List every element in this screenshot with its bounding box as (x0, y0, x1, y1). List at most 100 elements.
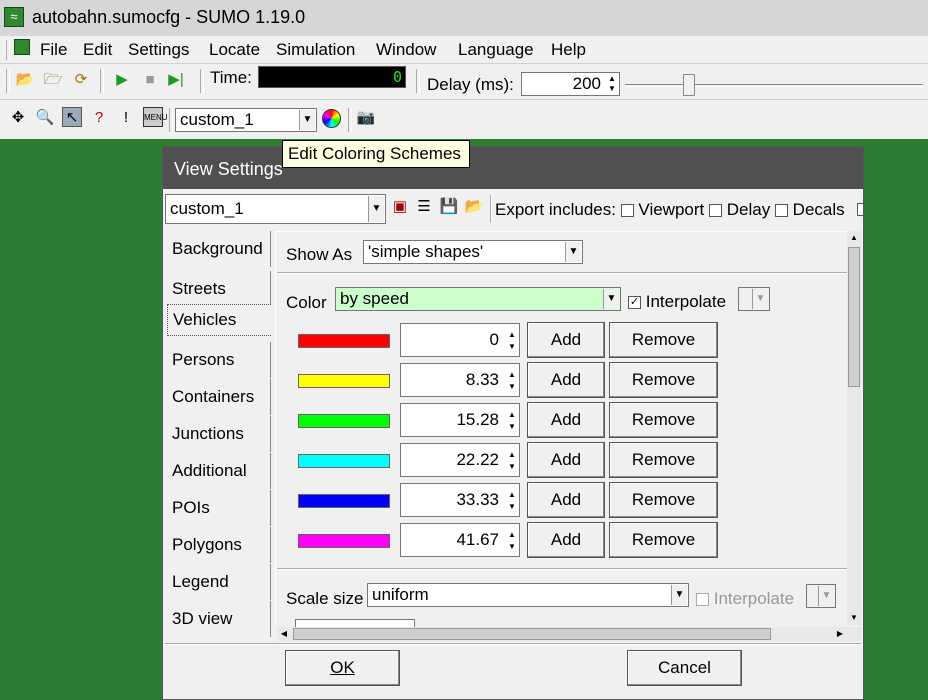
spin-up-icon[interactable]: ▲ (506, 370, 518, 380)
tab-containers[interactable]: Containers (167, 379, 271, 415)
open-simulation-icon[interactable]: 📂 (15, 70, 35, 90)
show-as-combo[interactable]: 'simple shapes' ▼ (363, 240, 583, 264)
tab-pois[interactable]: POIs (167, 490, 271, 526)
add-button[interactable]: Add (527, 442, 605, 478)
scroll-left-icon[interactable]: ◀ (277, 627, 291, 641)
color-swatch[interactable] (298, 374, 390, 388)
delay-spinner[interactable]: 200 ▲ ▼ (521, 72, 620, 96)
tab-vehicles[interactable]: Vehicles (167, 304, 271, 336)
screenshot-icon[interactable]: 📷 (356, 108, 376, 128)
tab-streets[interactable]: Streets (167, 271, 271, 307)
spin-up-icon[interactable]: ▲ (506, 410, 518, 420)
reload-icon[interactable]: ⟳ (71, 70, 91, 90)
delay-slider-thumb[interactable] (683, 74, 695, 96)
threshold-input[interactable]: 0 ▲ ▼ (400, 323, 520, 357)
viewport-checkbox[interactable] (620, 204, 634, 218)
remove-button[interactable]: Remove (609, 362, 718, 398)
delete-scheme-icon[interactable]: ☰ (414, 197, 434, 217)
tab-legend[interactable]: Legend (167, 564, 271, 600)
spin-down-icon[interactable]: ▼ (506, 342, 518, 352)
menu-simulation[interactable]: Simulation (276, 40, 355, 60)
threshold-input[interactable]: 33.33 ▲ ▼ (400, 483, 520, 517)
menu-language[interactable]: Language (458, 40, 534, 60)
spin-down-icon[interactable]: ▼ (506, 382, 518, 392)
spin-down-icon[interactable]: ▼ (506, 542, 518, 552)
tab-junctions[interactable]: Junctions (167, 416, 271, 452)
tab-polygons[interactable]: Polygons (167, 527, 271, 563)
save-scheme-icon[interactable]: ▣ (390, 197, 410, 217)
color-wheel-icon[interactable] (322, 109, 341, 128)
remove-button[interactable]: Remove (609, 322, 718, 358)
select-mode-icon[interactable]: ↖ (62, 107, 82, 127)
spin-up-icon[interactable]: ▲ (606, 74, 618, 84)
remove-button[interactable]: Remove (609, 522, 718, 558)
spin-down-icon[interactable]: ▼ (606, 84, 618, 94)
remove-button[interactable]: Remove (609, 442, 718, 478)
add-button[interactable]: Add (527, 522, 605, 558)
add-button[interactable]: Add (527, 402, 605, 438)
dialog-scheme-combo[interactable]: custom_1 ▼ (165, 194, 386, 224)
export-scheme-icon[interactable]: 💾 (439, 197, 459, 217)
run-icon[interactable]: ▶ (112, 70, 132, 90)
menu-help[interactable]: Help (551, 40, 586, 60)
ok-button[interactable]: OK (285, 650, 400, 686)
tab-3d-view[interactable]: 3D view (167, 601, 271, 637)
remove-button[interactable]: Remove (609, 482, 718, 518)
scroll-up-icon[interactable]: ▲ (847, 231, 861, 245)
vertical-scrollbar[interactable]: ▲ ▼ (847, 231, 861, 625)
color-swatch[interactable] (298, 454, 390, 468)
spin-up-icon[interactable]: ▲ (506, 330, 518, 340)
color-swatch[interactable] (298, 534, 390, 548)
mdi-app-icon[interactable] (14, 39, 30, 55)
inspect-icon[interactable]: ? (89, 108, 109, 128)
interpolate-checkbox[interactable]: ✓ (628, 296, 641, 310)
spin-up-icon[interactable]: ▲ (506, 530, 518, 540)
menu-locate[interactable]: Locate (209, 40, 260, 60)
tab-background[interactable]: Background (167, 231, 271, 267)
scroll-right-icon[interactable]: ▶ (833, 627, 847, 641)
cancel-button[interactable]: Cancel (627, 650, 742, 686)
message-icon[interactable]: ! (116, 108, 136, 128)
spin-down-icon[interactable]: ▼ (506, 422, 518, 432)
scale-interpolate-checkbox[interactable] (696, 593, 709, 607)
menu-settings[interactable]: Settings (128, 40, 189, 60)
add-button[interactable]: Add (527, 362, 605, 398)
spin-down-icon[interactable]: ▼ (506, 462, 518, 472)
threshold-input[interactable]: 15.28 ▲ ▼ (400, 403, 520, 437)
menu-edit[interactable]: Edit (83, 40, 112, 60)
color-scheme-combo[interactable]: by speed ▼ (335, 287, 621, 311)
import-scheme-icon[interactable]: 📂 (464, 197, 484, 217)
view-menu-icon[interactable]: MENU (143, 107, 168, 127)
decals-checkbox[interactable] (774, 204, 788, 218)
tab-additional[interactable]: Additional (167, 453, 271, 489)
menu-window[interactable]: Window (376, 40, 436, 60)
open-network-icon[interactable]: 🗁 (43, 70, 63, 90)
scheme-combo[interactable]: custom_1 ▼ (175, 108, 317, 132)
recenter-view-icon[interactable]: ✥ (8, 108, 28, 128)
step-icon[interactable]: ▶​| (166, 70, 186, 90)
tab-persons[interactable]: Persons (167, 342, 271, 378)
color-swatch[interactable] (298, 334, 390, 348)
scale-size-combo[interactable]: uniform ▼ (367, 583, 689, 607)
delay-checkbox[interactable] (709, 204, 722, 218)
spin-up-icon[interactable]: ▲ (506, 450, 518, 460)
color-swatch[interactable] (298, 414, 390, 428)
scroll-down-icon[interactable]: ▼ (847, 611, 861, 625)
spin-up-icon[interactable]: ▲ (506, 490, 518, 500)
add-button[interactable]: Add (527, 482, 605, 518)
remove-button[interactable]: Remove (609, 402, 718, 438)
threshold-input[interactable]: 8.33 ▲ ▼ (400, 363, 520, 397)
add-button[interactable]: Add (527, 322, 605, 358)
horizontal-scroll-thumb[interactable] (293, 628, 771, 640)
threshold-input[interactable]: 22.22 ▲ ▼ (400, 443, 520, 477)
stop-icon[interactable]: ■ (140, 70, 160, 90)
zoom-icon[interactable]: 🔍 (35, 108, 55, 128)
threshold-input[interactable]: 41.67 ▲ ▼ (400, 523, 520, 557)
scale-interpolate-combo[interactable]: ▼ (806, 584, 836, 608)
spin-down-icon[interactable]: ▼ (506, 502, 518, 512)
delay-slider-track[interactable] (625, 84, 923, 87)
color-swatch[interactable] (298, 494, 390, 508)
horizontal-scrollbar[interactable]: ◀ ▶ (277, 627, 861, 641)
interpolate-combo[interactable]: ▼ (738, 287, 770, 311)
menu-file[interactable]: File (40, 40, 67, 60)
